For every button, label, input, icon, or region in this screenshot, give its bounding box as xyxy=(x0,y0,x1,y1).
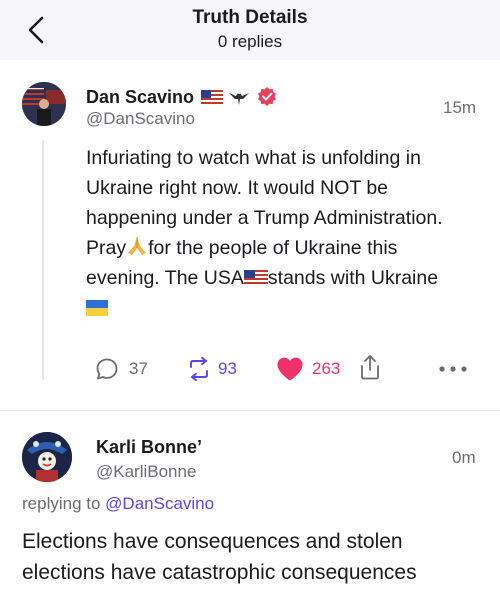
like-count-label: 263 xyxy=(312,359,341,378)
avatar[interactable] xyxy=(22,432,72,482)
post-time: 15m xyxy=(443,98,477,117)
avatar[interactable] xyxy=(22,82,66,126)
ukraine-flag-icon xyxy=(86,300,108,316)
page-title: Truth Details xyxy=(192,7,308,28)
reply-author-handle[interactable]: @KarliBonne xyxy=(96,462,196,482)
post-text: Infuriating to watch what is unfolding i… xyxy=(86,143,486,323)
replying-to-line: replying to @DanScavino xyxy=(22,494,215,513)
divider xyxy=(0,410,500,411)
like-action[interactable]: 263 xyxy=(276,354,340,384)
reply-count: 0 replies xyxy=(217,32,283,51)
share-icon xyxy=(361,355,379,380)
reply-time: 0m xyxy=(452,448,476,467)
verified-badge-icon xyxy=(258,87,277,106)
retruth-action[interactable]: 93 xyxy=(186,354,237,384)
reply-count-label: 37 xyxy=(129,359,148,378)
avatar-image xyxy=(22,432,72,482)
reply-icon xyxy=(96,358,118,380)
share-button[interactable] xyxy=(358,352,382,382)
reply-text: Elections have consequences and stolen e… xyxy=(22,530,417,584)
retruth-count-label: 93 xyxy=(218,359,237,378)
us-flag-icon xyxy=(201,90,224,104)
more-icon xyxy=(439,366,467,372)
heart-icon xyxy=(277,357,303,381)
praying-hands-icon xyxy=(128,237,147,255)
retruth-icon xyxy=(190,357,208,381)
post-author-handle[interactable]: @DanScavino xyxy=(86,109,195,129)
top-bar: Truth Details 0 replies xyxy=(0,0,500,60)
more-options-button[interactable] xyxy=(438,354,468,384)
reply-author-name[interactable]: Karli Bonne’ xyxy=(96,437,202,458)
post-author-name[interactable]: Dan Scavino xyxy=(86,86,277,108)
avatar-image xyxy=(22,82,66,126)
us-flag-icon xyxy=(243,270,268,285)
thread-line xyxy=(42,140,44,380)
replying-to-handle-link[interactable]: @DanScavino xyxy=(105,494,214,513)
eagle-icon xyxy=(229,90,250,105)
reply-action[interactable]: 37 xyxy=(95,354,148,384)
